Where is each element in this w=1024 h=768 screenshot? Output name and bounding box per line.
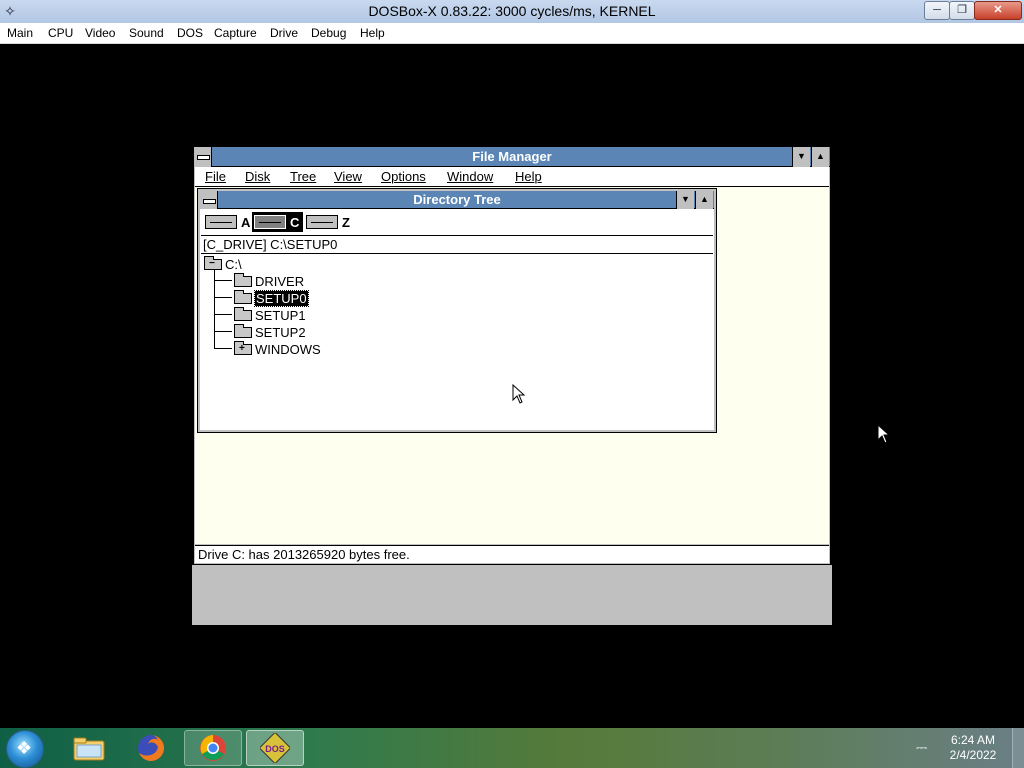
folder-icon xyxy=(234,306,252,321)
file-manager-menubar: File Disk Tree View Options Window Help xyxy=(195,167,829,187)
hard-drive-icon xyxy=(254,215,286,229)
close-button[interactable]: ✕ xyxy=(974,1,1022,20)
drive-c-button[interactable]: C xyxy=(252,212,304,232)
drive-z-label: Z xyxy=(342,214,350,230)
minimize-button[interactable]: ▼ xyxy=(792,147,810,167)
maximize-button[interactable]: ▲ xyxy=(811,147,829,167)
taskbar-chrome[interactable] xyxy=(184,730,242,766)
clock-time: 6:24 AM xyxy=(950,733,996,747)
menu-sound[interactable]: Sound xyxy=(129,23,164,43)
folder-label: SETUP2 xyxy=(255,324,306,340)
minimize-button[interactable]: ─ xyxy=(924,1,950,20)
system-menu-button[interactable] xyxy=(194,147,212,167)
dosbox-icon: DOS xyxy=(260,733,290,763)
taskbar-firefox[interactable] xyxy=(122,730,180,766)
folder-icon xyxy=(234,272,252,287)
tree-line xyxy=(214,270,215,349)
chrome-icon xyxy=(200,735,226,761)
directory-tree: − C:\ DRIVER SETUP0 SETUP1 SETUP2 + WIND… xyxy=(201,255,713,429)
tree-line xyxy=(214,331,232,332)
hard-drive-icon xyxy=(306,215,338,229)
tree-item-setup2[interactable]: SETUP2 xyxy=(234,323,306,340)
folder-icon xyxy=(73,737,105,761)
child-maximize-button[interactable]: ▲ xyxy=(695,191,713,209)
folder-icon xyxy=(234,323,252,338)
tree-root-label: C:\ xyxy=(225,256,242,272)
host-window-title: DOSBox-X 0.83.22: 3000 cycles/ms, KERNEL xyxy=(368,3,656,19)
directory-tree-window: Directory Tree ▼ ▲ A C Z [C_DRIVE] C:\SE… xyxy=(197,188,717,433)
emulator-screen-background xyxy=(192,565,832,625)
maximize-button[interactable]: ❐ xyxy=(949,1,975,20)
windows-logo-icon: ❖ xyxy=(16,738,33,758)
tree-line xyxy=(214,297,232,298)
file-manager-titlebar[interactable]: File Manager xyxy=(194,147,830,167)
folder-label: SETUP0 xyxy=(254,289,309,307)
system-clock[interactable]: 6:24 AM 2/4/2022 xyxy=(940,733,1006,763)
menu-capture[interactable]: Capture xyxy=(214,23,257,43)
menu-drive[interactable]: Drive xyxy=(270,23,298,43)
menu-file[interactable]: File xyxy=(205,167,226,186)
svg-text:DOS: DOS xyxy=(265,744,285,754)
menu-debug[interactable]: Debug xyxy=(311,23,346,43)
drive-z-button[interactable]: Z xyxy=(304,212,354,232)
folder-label: WINDOWS xyxy=(255,341,321,357)
expandable-folder-icon: + xyxy=(234,340,252,355)
menu-help[interactable]: Help xyxy=(515,167,542,186)
taskbar-dosbox[interactable]: DOS xyxy=(246,730,304,766)
tree-line xyxy=(214,348,232,349)
menu-tree[interactable]: Tree xyxy=(290,167,316,186)
folder-label: SETUP1 xyxy=(255,307,306,323)
current-path: [C_DRIVE] C:\SETUP0 xyxy=(201,236,713,254)
menu-cpu[interactable]: CPU xyxy=(48,23,73,43)
start-button[interactable]: ❖ xyxy=(6,730,44,768)
tree-item-driver[interactable]: DRIVER xyxy=(234,272,305,289)
drive-a-label: A xyxy=(241,214,251,230)
tree-item-windows[interactable]: + WINDOWS xyxy=(234,340,321,357)
clock-date: 2/4/2022 xyxy=(949,748,997,762)
drive-a-button[interactable]: A xyxy=(203,212,254,232)
taskbar: ❖ DOS ⎓ 6:24 AM 2/4/2022 xyxy=(0,728,1024,768)
file-manager-title: File Manager xyxy=(472,149,552,164)
open-folder-icon: − xyxy=(204,255,222,270)
child-system-menu-button[interactable] xyxy=(200,191,218,209)
menu-main[interactable]: Main xyxy=(7,23,33,43)
mouse-cursor-icon xyxy=(512,384,526,404)
folder-icon xyxy=(234,289,252,304)
tree-root[interactable]: − C:\ xyxy=(204,255,242,272)
host-titlebar: ✧ DOSBox-X 0.83.22: 3000 cycles/ms, KERN… xyxy=(0,0,1024,24)
firefox-icon xyxy=(138,735,164,761)
menu-view[interactable]: View xyxy=(334,167,362,186)
floppy-drive-icon xyxy=(205,215,237,229)
taskbar-explorer[interactable] xyxy=(60,730,118,766)
network-icon[interactable]: ⎓ xyxy=(916,739,927,756)
tree-line xyxy=(214,280,232,281)
child-minimize-button[interactable]: ▼ xyxy=(676,191,694,209)
menu-options[interactable]: Options xyxy=(381,167,426,186)
menu-window[interactable]: Window xyxy=(447,167,493,186)
folder-label: DRIVER xyxy=(255,273,305,289)
tree-item-setup1[interactable]: SETUP1 xyxy=(234,306,306,323)
tree-line xyxy=(214,314,232,315)
directory-tree-titlebar[interactable]: Directory Tree xyxy=(200,191,714,209)
drive-bar: A C Z xyxy=(201,209,713,236)
mouse-cursor-icon xyxy=(877,424,891,444)
directory-tree-title: Directory Tree xyxy=(413,192,501,207)
show-desktop-button[interactable] xyxy=(1012,728,1024,768)
menu-video[interactable]: Video xyxy=(85,23,115,43)
menu-help[interactable]: Help xyxy=(360,23,385,43)
menu-dos[interactable]: DOS xyxy=(177,23,203,43)
tree-item-setup0[interactable]: SETUP0 xyxy=(234,289,309,307)
drive-c-label: C xyxy=(290,214,300,230)
host-menubar: Main CPU Video Sound DOS Capture Drive D… xyxy=(0,23,1024,44)
status-bar: Drive C: has 2013265920 bytes free. xyxy=(195,545,829,563)
menu-disk[interactable]: Disk xyxy=(245,167,270,186)
